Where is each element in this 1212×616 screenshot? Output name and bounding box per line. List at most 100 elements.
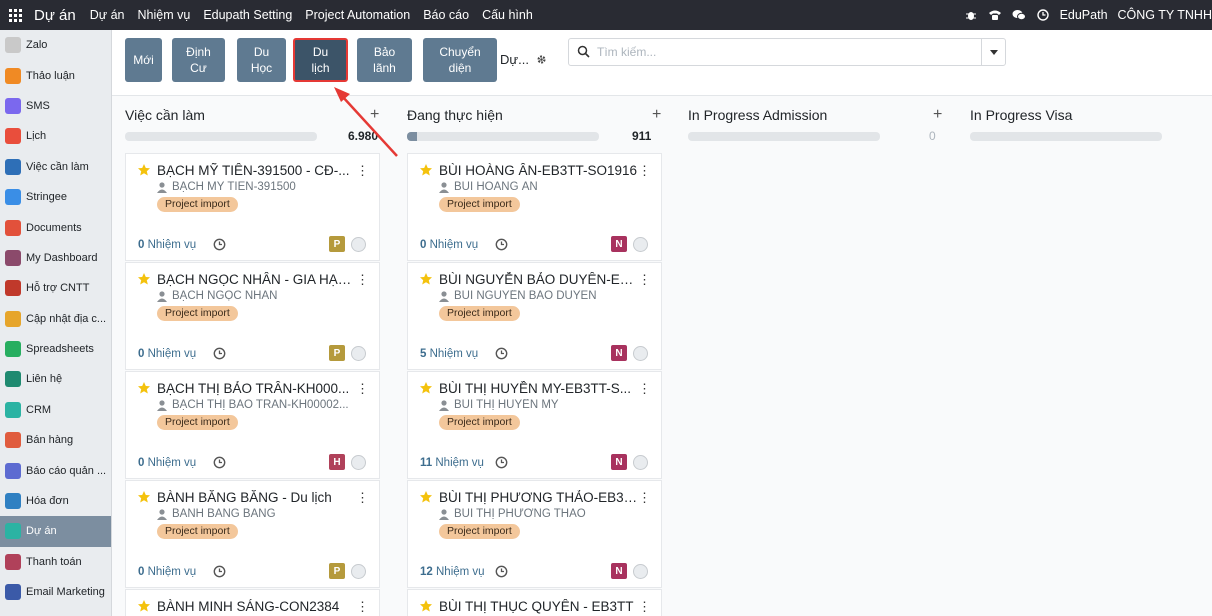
column-title[interactable]: Đang thực hiện [407, 107, 503, 123]
kanban-card[interactable]: BÙI THỊ PHƯƠNG THẢO-EB3T... ⋮ BÙI THỊ PHƯƠ… [407, 480, 662, 588]
kanban-card[interactable]: BÙI HOÀNG ÂN-EB3TT-SO1916 ⋮ BÙI HOÀNG ÂN Pr… [407, 153, 662, 261]
menu-du-an[interactable]: Dự án [90, 8, 125, 22]
card-title[interactable]: BÙI THỊ HUYỀN MY-EB3TT-S... [439, 381, 639, 396]
status-indicator[interactable] [633, 237, 648, 252]
card-task-count[interactable]: 0 Nhiệm vụ [138, 348, 196, 360]
column-title[interactable]: In Progress Admission [688, 107, 827, 123]
kebab-menu-icon[interactable]: ⋮ [638, 381, 651, 397]
assignee-avatar[interactable]: N [611, 454, 627, 470]
phone-icon[interactable] [988, 8, 1002, 22]
filter-du-hoc-button[interactable]: Du Học [237, 38, 286, 82]
search-input[interactable] [597, 43, 977, 61]
filter-dinh-cu-button[interactable]: Định Cư [172, 38, 225, 82]
menu-bao-cao[interactable]: Báo cáo [423, 8, 469, 22]
assignee-avatar[interactable]: N [611, 563, 627, 579]
sidebar-item[interactable]: Việc cần làm [0, 152, 111, 182]
clock-icon[interactable] [495, 565, 508, 578]
clock-icon[interactable] [1036, 8, 1050, 22]
card-title[interactable]: BÀNH BĂNG BĂNG - Du lịch [157, 490, 357, 505]
sidebar-item[interactable]: Hỗ trợ CNTT [0, 273, 111, 303]
apps-grid-icon[interactable] [0, 0, 30, 30]
assignee-avatar[interactable]: P [329, 236, 345, 252]
card-tag[interactable]: Project import [439, 415, 520, 430]
view-label[interactable]: Dự... [500, 52, 529, 67]
column-progress-bar[interactable] [688, 132, 880, 141]
star-icon[interactable] [137, 599, 151, 613]
card-title[interactable]: BÙI THỊ PHƯƠNG THẢO-EB3T... [439, 490, 639, 505]
card-tag[interactable]: Project import [157, 415, 238, 430]
sidebar-item[interactable]: Stringee [0, 182, 111, 212]
user-name[interactable]: EduPath [1060, 8, 1108, 22]
sidebar-item[interactable]: My Dashboard [0, 243, 111, 273]
column-progress-bar[interactable] [970, 132, 1162, 141]
status-indicator[interactable] [351, 455, 366, 470]
filter-du-lich-button[interactable]: Du lịch [293, 38, 348, 82]
assignee-avatar[interactable]: N [611, 236, 627, 252]
card-tag[interactable]: Project import [439, 197, 520, 212]
card-task-count[interactable]: 11 Nhiệm vụ [420, 457, 484, 469]
clock-icon[interactable] [495, 347, 508, 360]
search-dropdown-toggle[interactable] [981, 39, 1005, 65]
star-icon[interactable] [419, 381, 433, 395]
kebab-menu-icon[interactable]: ⋮ [356, 599, 369, 615]
kanban-card[interactable]: BÀNH BĂNG BĂNG - Du lịch ⋮ BÀNH BĂNG BĂNG P… [125, 480, 380, 588]
status-indicator[interactable] [351, 346, 366, 361]
star-icon[interactable] [419, 163, 433, 177]
status-indicator[interactable] [351, 237, 366, 252]
clock-icon[interactable] [213, 456, 226, 469]
column-title[interactable]: Việc cần làm [125, 107, 205, 123]
card-tag[interactable]: Project import [439, 524, 520, 539]
chat-icon[interactable] [1012, 8, 1026, 22]
assignee-avatar[interactable]: N [611, 345, 627, 361]
menu-project-automation[interactable]: Project Automation [305, 8, 410, 22]
card-title[interactable]: BẠCH THỊ BẢO TRÂN-KH000... [157, 381, 357, 396]
star-icon[interactable] [137, 272, 151, 286]
clock-icon[interactable] [213, 238, 226, 251]
sidebar-item[interactable]: CRM [0, 395, 111, 425]
kebab-menu-icon[interactable]: ⋮ [638, 272, 651, 288]
star-icon[interactable] [137, 381, 151, 395]
status-indicator[interactable] [633, 346, 648, 361]
sidebar-item[interactable]: Báo cáo quản ... [0, 455, 111, 485]
card-task-count[interactable]: 0 Nhiệm vụ [138, 457, 196, 469]
card-tag[interactable]: Project import [157, 197, 238, 212]
card-tag[interactable]: Project import [157, 306, 238, 321]
status-indicator[interactable] [633, 564, 648, 579]
bug-icon[interactable] [964, 8, 978, 22]
kanban-card[interactable]: BÙI THỊ THỤC QUYÊN - EB3TT ⋮ [407, 589, 662, 616]
menu-nhiem-vu[interactable]: Nhiệm vụ [138, 8, 191, 22]
kanban-card[interactable]: BẠCH THỊ BẢO TRÂN-KH000... ⋮ BẠCH THỊ BẢO … [125, 371, 380, 479]
card-tag[interactable]: Project import [439, 306, 520, 321]
clock-icon[interactable] [213, 347, 226, 360]
sidebar-item[interactable]: Thanh toán [0, 547, 111, 577]
sidebar-item[interactable]: SMS [0, 91, 111, 121]
card-task-count[interactable]: 5 Nhiệm vụ [420, 348, 478, 360]
kanban-card[interactable]: BẠCH MỸ TIÊN-391500 - CĐ-... ⋮ BẠCH MỸ TIÊ… [125, 153, 380, 261]
filter-bao-lanh-button[interactable]: Bảo lãnh [357, 38, 412, 82]
card-title[interactable]: BÙI HOÀNG ÂN-EB3TT-SO1916 [439, 163, 639, 178]
kanban-card[interactable]: BÀNH MINH SÁNG-CON2384 ⋮ [125, 589, 380, 616]
kebab-menu-icon[interactable]: ⋮ [356, 381, 369, 397]
kebab-menu-icon[interactable]: ⋮ [638, 163, 651, 179]
kebab-menu-icon[interactable]: ⋮ [356, 163, 369, 179]
app-brand[interactable]: Dự án [34, 7, 76, 24]
star-icon[interactable] [137, 163, 151, 177]
status-indicator[interactable] [633, 455, 648, 470]
card-title[interactable]: BẠCH MỸ TIÊN-391500 - CĐ-... [157, 163, 357, 178]
new-button[interactable]: Mới [125, 38, 162, 82]
card-title[interactable]: BÀNH MINH SÁNG-CON2384 [157, 599, 357, 614]
column-add-icon[interactable]: + [370, 106, 379, 124]
sidebar-item[interactable]: Email Marketing [0, 577, 111, 607]
card-task-count[interactable]: 0 Nhiệm vụ [420, 239, 478, 251]
kanban-card[interactable]: BÙI THỊ HUYỀN MY-EB3TT-S... ⋮ BÙI THỊ HUYỀ… [407, 371, 662, 479]
kebab-menu-icon[interactable]: ⋮ [356, 490, 369, 506]
star-icon[interactable] [419, 599, 433, 613]
sidebar-item[interactable]: Lịch [0, 121, 111, 151]
card-title[interactable]: BÙI THỊ THỤC QUYÊN - EB3TT [439, 599, 639, 614]
assignee-avatar[interactable]: P [329, 563, 345, 579]
kanban-card[interactable]: BÙI NGUYỄN BẢO DUYÊN-EB... ⋮ BÙI NGUYỄN BẢ… [407, 262, 662, 370]
kebab-menu-icon[interactable]: ⋮ [638, 599, 651, 615]
sidebar-item[interactable]: Dự án [0, 516, 111, 547]
sidebar-item[interactable]: Documents [0, 212, 111, 242]
menu-cau-hinh[interactable]: Cấu hình [482, 8, 533, 22]
